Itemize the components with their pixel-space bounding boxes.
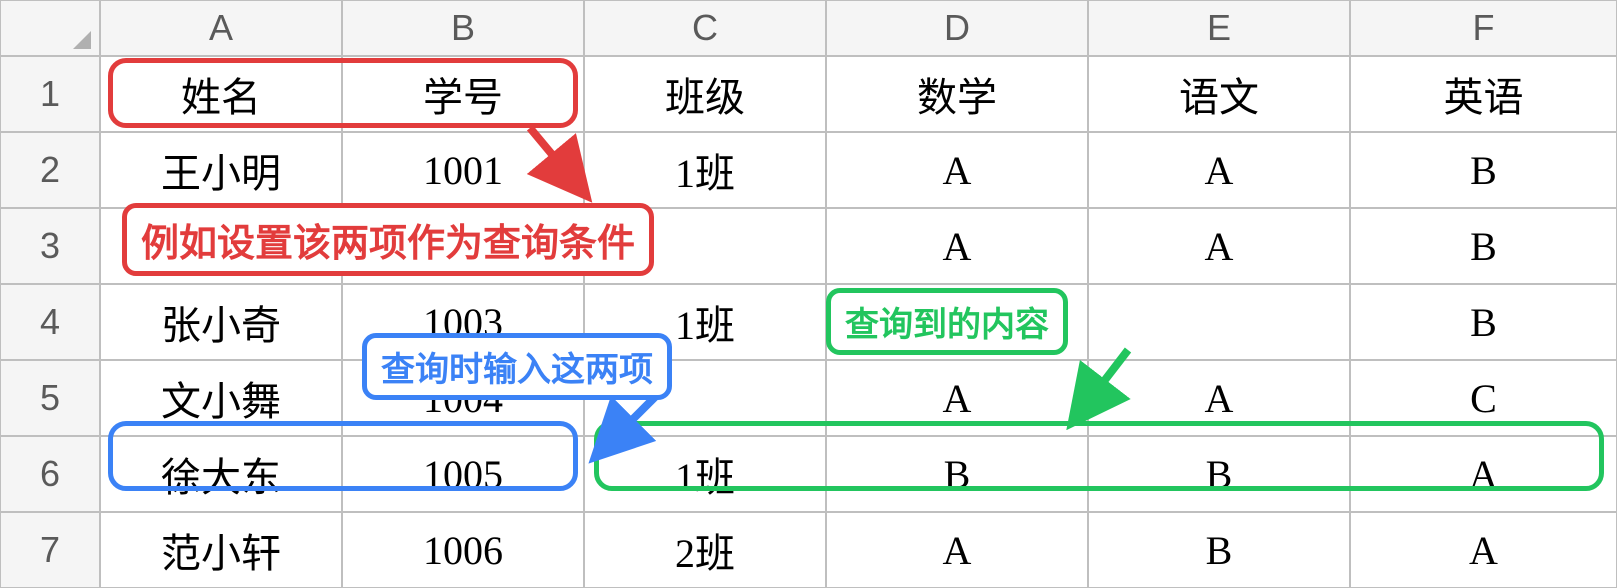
row-header-5[interactable]: 5 <box>0 360 100 436</box>
row-header-2[interactable]: 2 <box>0 132 100 208</box>
cell-A1[interactable]: 姓名 <box>100 56 342 132</box>
col-header-B[interactable]: B <box>342 0 584 56</box>
row-header-4[interactable]: 4 <box>0 284 100 360</box>
cell-D6[interactable]: B <box>826 436 1088 512</box>
row-header-3[interactable]: 3 <box>0 208 100 284</box>
col-header-F[interactable]: F <box>1350 0 1617 56</box>
spreadsheet-grid[interactable]: A B C D E F 1 姓名 学号 班级 数学 语文 英语 2 王小明 10… <box>0 0 1617 588</box>
cell-D5[interactable]: A <box>826 360 1088 436</box>
cell-B7[interactable]: 1006 <box>342 512 584 588</box>
col-header-C[interactable]: C <box>584 0 826 56</box>
cell-E2[interactable]: A <box>1088 132 1350 208</box>
annotation-green-callout: 查询到的内容 <box>826 288 1068 355</box>
cell-B6[interactable]: 1005 <box>342 436 584 512</box>
select-all-corner[interactable] <box>0 0 100 56</box>
cell-A6[interactable]: 徐大东 <box>100 436 342 512</box>
cell-E6[interactable]: B <box>1088 436 1350 512</box>
cell-E4[interactable] <box>1088 284 1350 360</box>
cell-B1[interactable]: 学号 <box>342 56 584 132</box>
cell-A5[interactable]: 文小舞 <box>100 360 342 436</box>
cell-A2[interactable]: 王小明 <box>100 132 342 208</box>
cell-D3[interactable]: A <box>826 208 1088 284</box>
cell-F6[interactable]: A <box>1350 436 1617 512</box>
cell-B2[interactable]: 1001 <box>342 132 584 208</box>
cell-D7[interactable]: A <box>826 512 1088 588</box>
col-header-E[interactable]: E <box>1088 0 1350 56</box>
row-header-6[interactable]: 6 <box>0 436 100 512</box>
cell-F1[interactable]: 英语 <box>1350 56 1617 132</box>
cell-E3[interactable]: A <box>1088 208 1350 284</box>
cell-C6[interactable]: 1班 <box>584 436 826 512</box>
cell-C7[interactable]: 2班 <box>584 512 826 588</box>
cell-E5[interactable]: A <box>1088 360 1350 436</box>
cell-A4[interactable]: 张小奇 <box>100 284 342 360</box>
col-header-D[interactable]: D <box>826 0 1088 56</box>
cell-A7[interactable]: 范小轩 <box>100 512 342 588</box>
cell-C2[interactable]: 1班 <box>584 132 826 208</box>
cell-F2[interactable]: B <box>1350 132 1617 208</box>
cell-C1[interactable]: 班级 <box>584 56 826 132</box>
annotation-red-callout: 例如设置该两项作为查询条件 <box>122 203 654 276</box>
cell-F4[interactable]: B <box>1350 284 1617 360</box>
cell-F5[interactable]: C <box>1350 360 1617 436</box>
cell-D2[interactable]: A <box>826 132 1088 208</box>
col-header-A[interactable]: A <box>100 0 342 56</box>
cell-E1[interactable]: 语文 <box>1088 56 1350 132</box>
row-header-7[interactable]: 7 <box>0 512 100 588</box>
row-header-1[interactable]: 1 <box>0 56 100 132</box>
cell-D1[interactable]: 数学 <box>826 56 1088 132</box>
cell-F3[interactable]: B <box>1350 208 1617 284</box>
annotation-blue-callout: 查询时输入这两项 <box>362 333 672 400</box>
cell-E7[interactable]: B <box>1088 512 1350 588</box>
cell-F7[interactable]: A <box>1350 512 1617 588</box>
